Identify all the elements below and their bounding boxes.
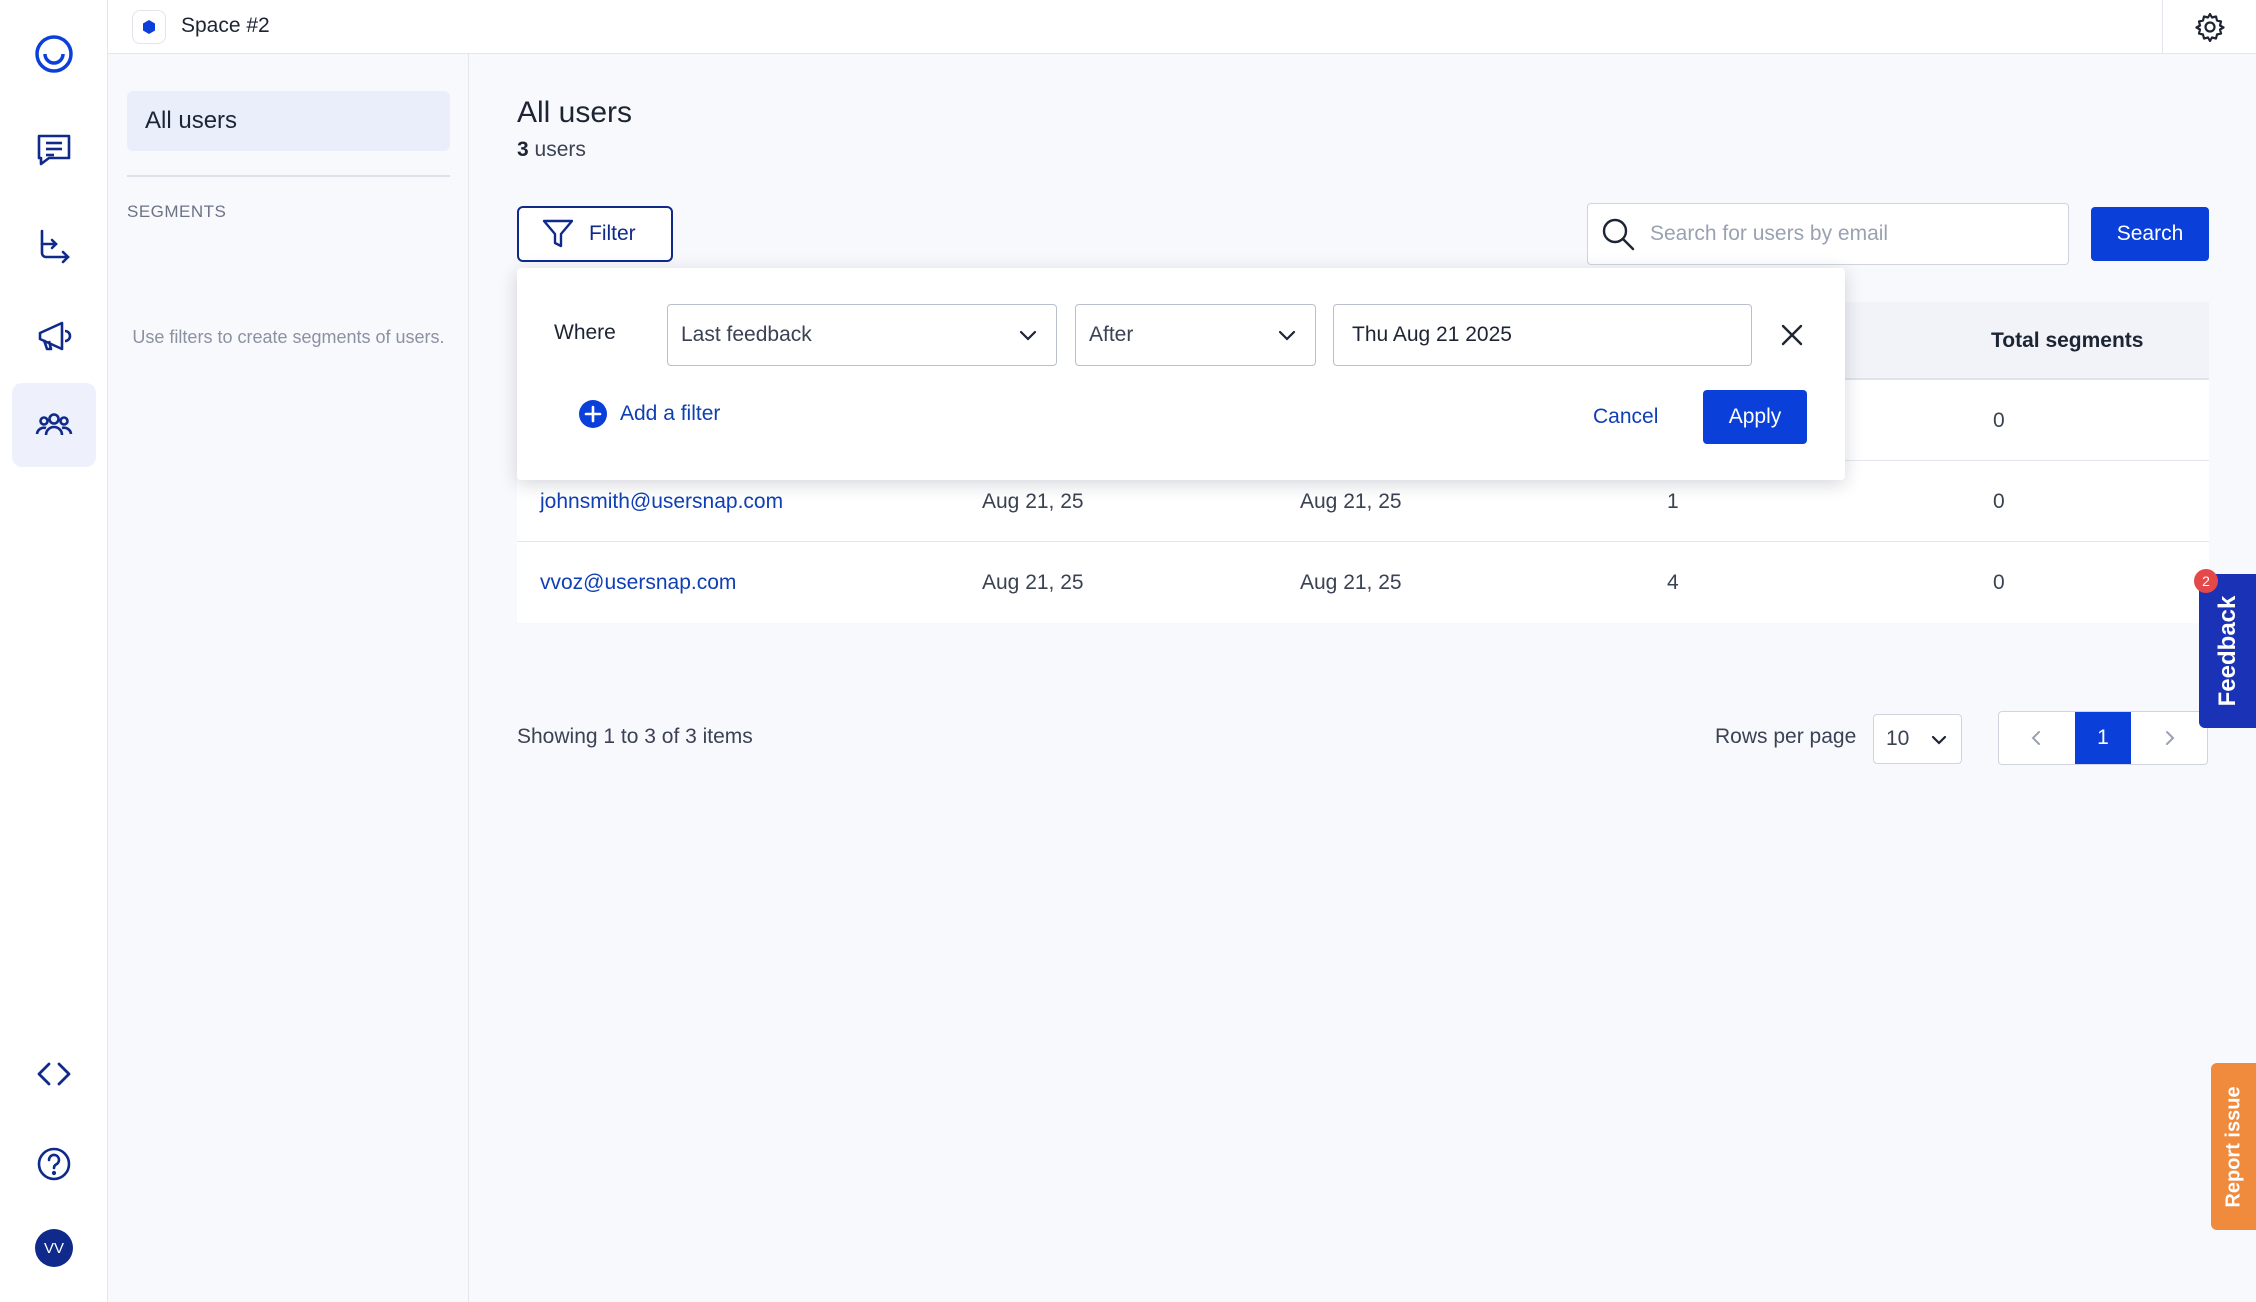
apply-button[interactable]: Apply [1703, 390, 1807, 444]
search-button[interactable]: Search [2091, 207, 2209, 261]
filter-date-input[interactable]: Thu Aug 21 2025 [1333, 304, 1752, 366]
remove-filter-close-icon[interactable] [1773, 316, 1811, 354]
routing-icon[interactable] [12, 204, 96, 288]
rows-per-page-value: 10 [1886, 727, 1910, 750]
cell-segments: 0 [1993, 408, 2005, 432]
cell-segments: 0 [1993, 489, 2005, 513]
filter-field-select[interactable]: Last feedback [667, 304, 1057, 366]
megaphone-icon[interactable] [12, 294, 96, 378]
report-issue-label: Report issue [2222, 1085, 2244, 1208]
pagination: 1 [1998, 711, 2208, 765]
space-icon[interactable] [132, 10, 166, 44]
search-box[interactable] [1587, 203, 2069, 265]
next-page-button[interactable] [2131, 712, 2207, 764]
filter-button[interactable]: Filter [517, 206, 673, 262]
funnel-icon [542, 219, 574, 248]
search-input[interactable] [1650, 222, 2050, 246]
user-count-number: 3 [517, 138, 529, 161]
add-filter-label: Add a filter [620, 402, 721, 425]
space-name[interactable]: Space #2 [181, 14, 270, 38]
top-bar: Space #2 [108, 0, 2256, 54]
add-filter-button[interactable]: Add a filter [578, 399, 720, 429]
col-total-segments[interactable]: Total segments [1991, 302, 2143, 380]
page-button-current[interactable]: 1 [2075, 712, 2131, 764]
icon-rail: VV [0, 0, 108, 1302]
chevron-right-icon [2165, 731, 2175, 745]
feedback-list-icon[interactable] [12, 108, 96, 192]
rows-per-page-select[interactable]: 10 [1873, 714, 1962, 764]
plus-circle-icon [579, 400, 607, 428]
chevron-left-icon [2031, 731, 2041, 745]
cell-email[interactable]: vvoz@usersnap.com [540, 542, 736, 623]
table-row[interactable]: vvoz@usersnap.com Aug 21, 25 Aug 21, 25 … [517, 542, 2209, 623]
report-issue-tab[interactable]: Report issue [2211, 1063, 2256, 1230]
help-icon[interactable] [12, 1122, 96, 1206]
filter-popover: Where Last feedback After Thu Aug 21 202… [517, 268, 1845, 480]
feedback-widget-tab[interactable]: Feedback [2199, 574, 2256, 728]
code-icon[interactable] [12, 1032, 96, 1116]
sidebar-item-all-users[interactable]: All users [127, 91, 450, 151]
user-count-suffix: users [528, 138, 586, 161]
user-count: 3 users [517, 138, 586, 162]
settings-gear-icon[interactable] [2162, 0, 2256, 54]
filter-operator-value: After [1089, 323, 1134, 346]
filter-operator-select[interactable]: After [1075, 304, 1316, 366]
where-label: Where [554, 321, 616, 344]
cell-segments: 0 [1993, 570, 2005, 594]
filter-button-label: Filter [589, 222, 636, 245]
cell-last-feedback: Aug 21, 25 [1300, 570, 1402, 594]
users-icon[interactable] [12, 383, 96, 467]
cell-first-seen: Aug 21, 25 [982, 570, 1084, 594]
feedback-tab-label: Feedback [2213, 595, 2241, 707]
chevron-down-icon [1278, 330, 1296, 341]
users-sidebar: All users SEGMENTS Use filters to create… [108, 54, 469, 1302]
pagination-summary: Showing 1 to 3 of 3 items [517, 725, 753, 748]
divider [127, 175, 450, 177]
main-content: All users 3 users Filter Search Total se… [469, 54, 2256, 1302]
logo-icon[interactable] [12, 12, 96, 96]
search-icon [1602, 218, 1635, 251]
cancel-button[interactable]: Cancel [1593, 405, 1658, 429]
prev-page-button[interactable] [1999, 712, 2075, 764]
cell-feedback-count: 4 [1667, 570, 1679, 594]
page-title: All users [517, 96, 633, 129]
filter-field-value: Last feedback [681, 323, 812, 346]
chevron-down-icon [1931, 735, 1947, 745]
segments-empty-text: Use filters to create segments of users. [132, 327, 445, 347]
avatar[interactable]: VV [35, 1229, 73, 1267]
rows-per-page-label: Rows per page [1715, 725, 1857, 748]
segments-heading: SEGMENTS [127, 202, 227, 221]
notification-badge: 2 [2194, 569, 2218, 593]
chevron-down-icon [1019, 330, 1037, 341]
